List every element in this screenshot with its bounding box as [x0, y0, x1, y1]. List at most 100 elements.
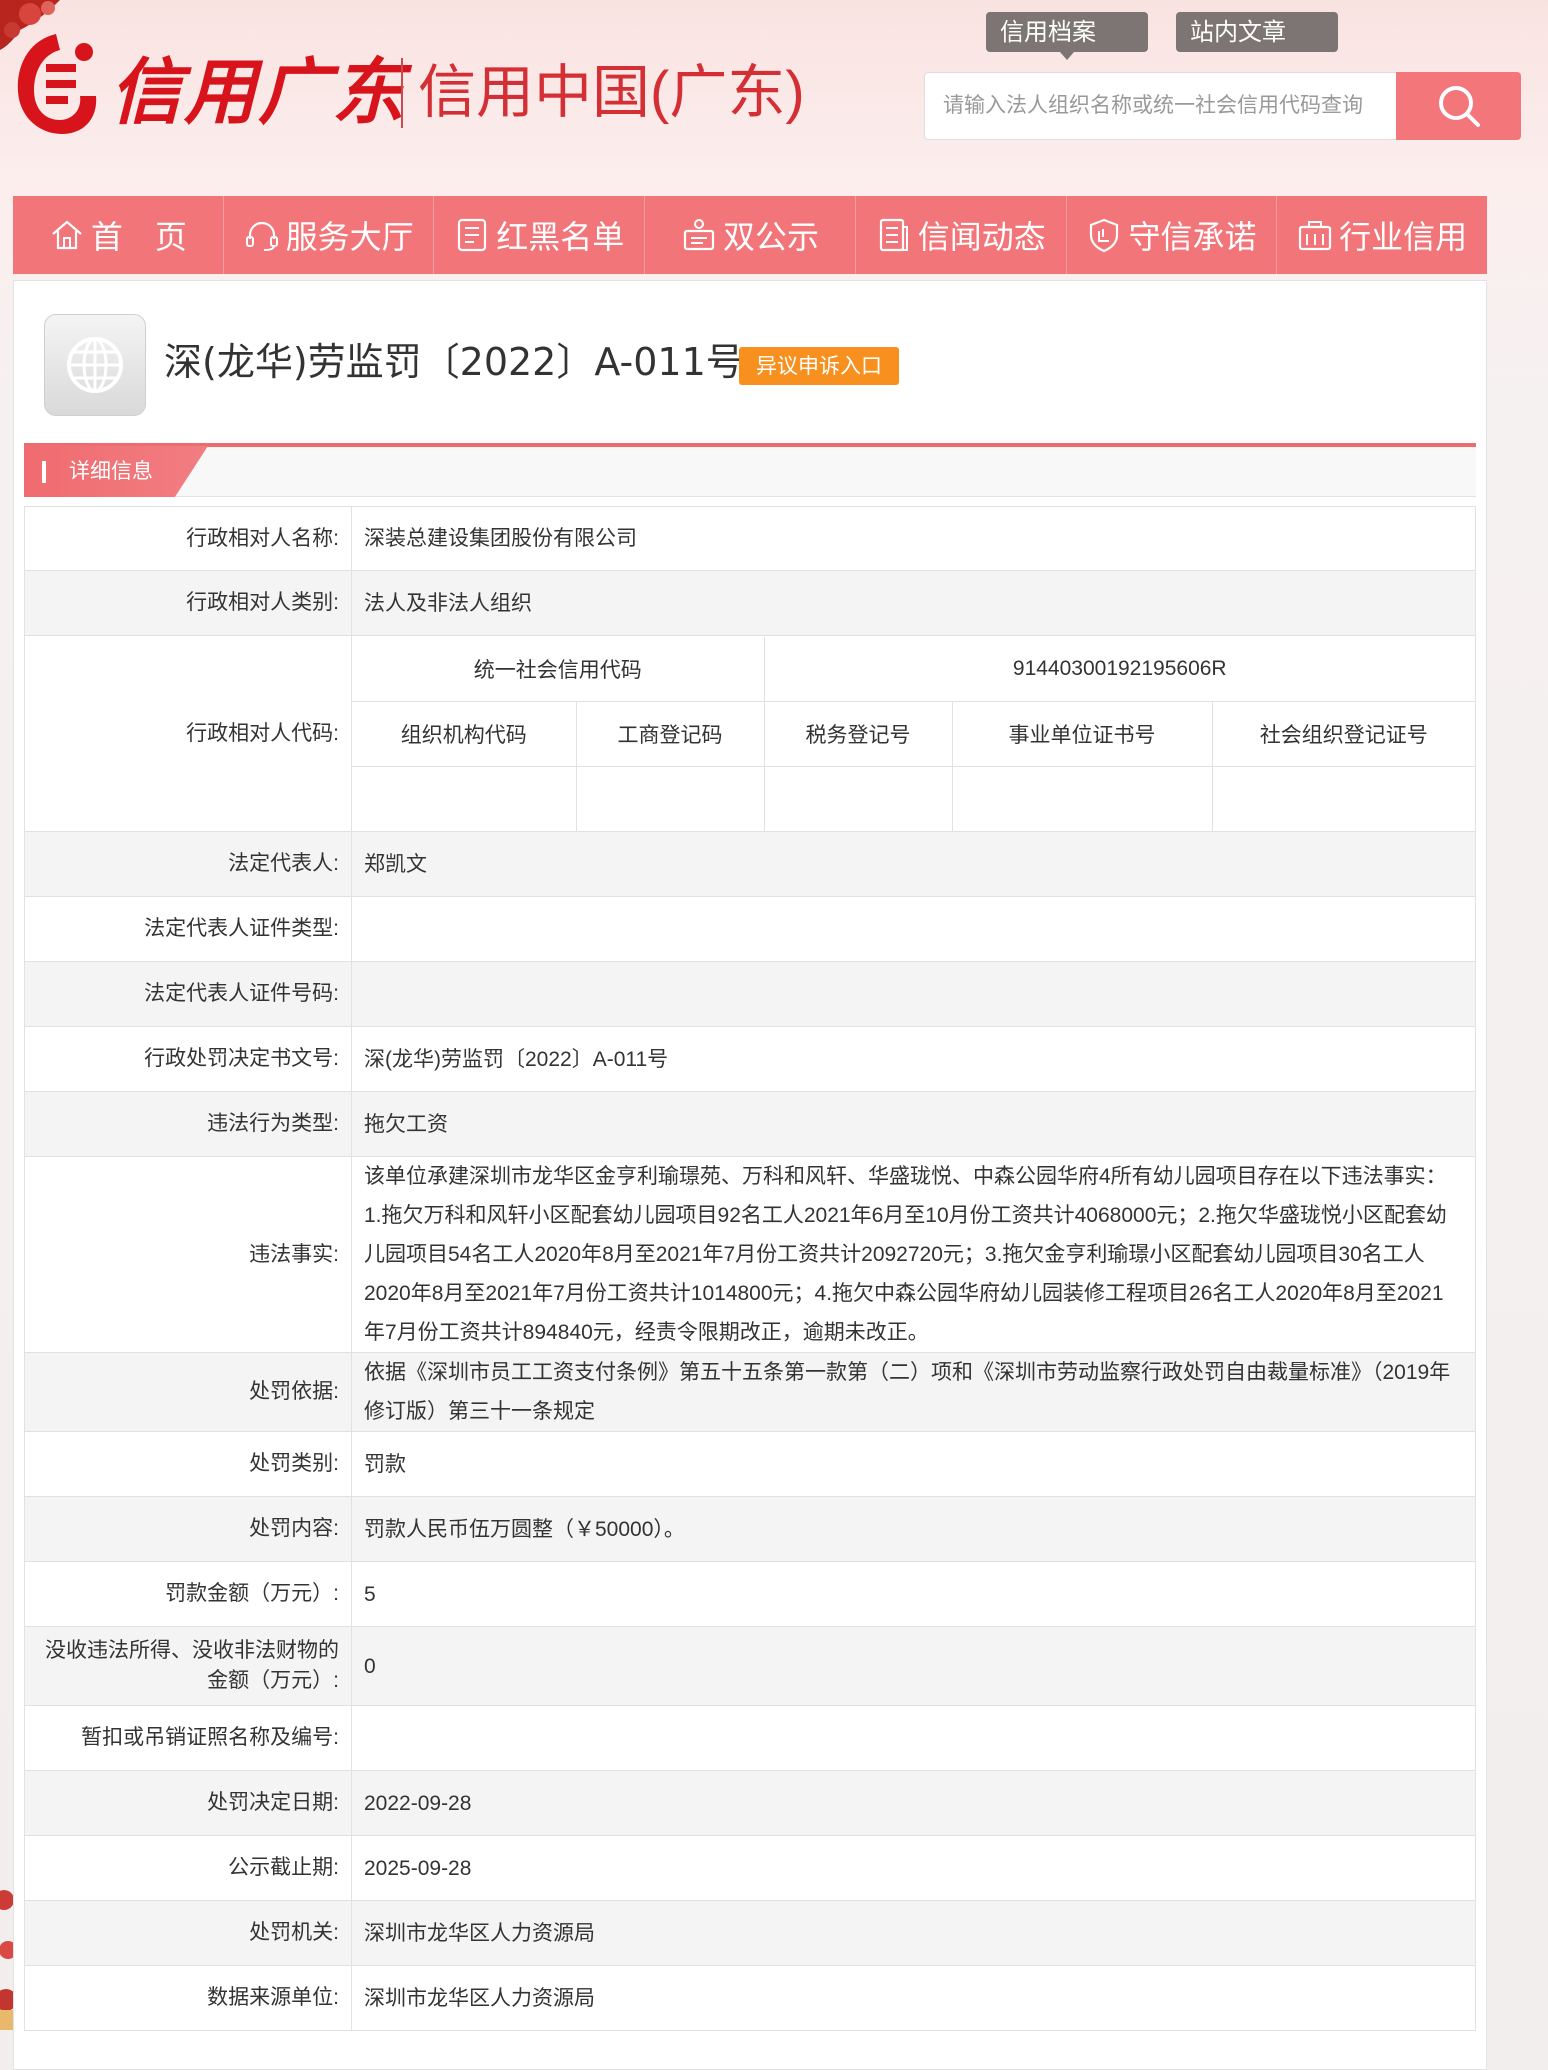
table-row: 罚款金额（万元）: 5 [24, 1561, 1476, 1627]
details-table: 行政相对人名称: 深装总建设集团股份有限公司 行政相对人类别: 法人及非法人组织… [24, 506, 1476, 2031]
tab-credit-archive[interactable]: 信用档案 [986, 12, 1148, 60]
publicity-end-value: 2025-09-28 [351, 1835, 1476, 1901]
legal-rep-id-no-value [351, 961, 1476, 1027]
nav-item-double-publicity[interactable]: 双公示 [645, 196, 856, 274]
party-code-cell: 统一社会信用代码 91440300192195606R 组织机构代码 工商登记码… [351, 635, 1476, 832]
search-input[interactable] [924, 72, 1397, 140]
decision-date-value: 2022-09-28 [351, 1770, 1476, 1836]
data-source-value: 深圳市龙华区人力资源局 [351, 1965, 1476, 2031]
code-value [576, 766, 765, 831]
globe-document-icon [67, 337, 123, 393]
field-label: 违法事实: [24, 1156, 352, 1353]
main-nav: 首 页 服务大厅 红黑名单 双公示 信闻动态 守信承诺 行业信用 [13, 196, 1487, 274]
table-row: 违法行为类型: 拖欠工资 [24, 1091, 1476, 1157]
table-row: 行政相对人类别: 法人及非法人组织 [24, 570, 1476, 636]
field-label: 处罚类别: [24, 1431, 352, 1497]
headset-icon [245, 221, 278, 251]
search-icon [1438, 86, 1480, 127]
field-label: 违法行为类型: [24, 1091, 352, 1157]
field-label: 处罚依据: [24, 1352, 352, 1432]
table-row: 处罚决定日期: 2022-09-28 [24, 1770, 1476, 1836]
decision-no-value: 深(龙华)劳监罚〔2022〕A-011号 [351, 1026, 1476, 1092]
table-row: 法定代表人证件号码: [24, 961, 1476, 1027]
record-type-icon [44, 314, 146, 416]
field-label: 没收违法所得、没收非法财物的金额（万元）: [24, 1626, 352, 1706]
party-name-value: 深装总建设集团股份有限公司 [351, 506, 1476, 571]
confiscation-value: 0 [351, 1626, 1476, 1706]
code-header: 事业单位证书号 [952, 701, 1213, 767]
table-row: 暂扣或吊销证照名称及编号: [24, 1705, 1476, 1771]
field-label: 公示截止期: [24, 1835, 352, 1901]
table-row: 行政相对人名称: 深装总建设集团股份有限公司 [24, 506, 1476, 571]
basis-value: 依据《深圳市员工工资支付条例》第五十五条第一款第（二）项和《深圳市劳动监察行政处… [351, 1352, 1476, 1432]
field-label: 法定代表人证件号码: [24, 961, 352, 1027]
code-header: 社会组织登记证号 [1212, 701, 1475, 767]
field-label: 数据来源单位: [24, 1965, 352, 2031]
nav-item-label: 红黑名单 [496, 218, 625, 256]
record-panel: 深(龙华)劳监罚〔2022〕A-011号 异议申诉入口 详细信息 行政相对人名称… [13, 280, 1487, 2070]
nav-item-industry-credit[interactable]: 行业信用 [1277, 196, 1487, 274]
field-label: 罚款金额（万元）: [24, 1561, 352, 1627]
violation-facts-value: 该单位承建深圳市龙华区金亨利瑜璟苑、万科和风轩、华盛珑悦、中森公园华府4所有幼儿… [351, 1156, 1476, 1353]
section-title: 详细信息 [24, 446, 208, 497]
nav-item-credit-news[interactable]: 信闻动态 [856, 196, 1067, 274]
code-header: 组织机构代码 [352, 701, 577, 767]
license-value [351, 1705, 1476, 1771]
nav-item-label: 双公示 [723, 218, 820, 256]
uscc-label: 统一社会信用代码 [352, 636, 765, 702]
logo-script-text: 信用广东 [110, 49, 407, 134]
field-label: 行政相对人代码: [24, 635, 352, 832]
code-header: 税务登记号 [764, 701, 953, 767]
violation-type-value: 拖欠工资 [351, 1091, 1476, 1157]
nav-item-home[interactable]: 首 页 [13, 196, 224, 274]
nav-item-label: 行业信用 [1339, 218, 1468, 256]
code-value [352, 766, 577, 831]
fine-amount-value: 5 [351, 1561, 1476, 1627]
nav-item-label: 服务大厅 [285, 218, 414, 256]
logo-subtitle: 信用中国(广东) [418, 60, 805, 125]
code-table: 统一社会信用代码 91440300192195606R 组织机构代码 工商登记码… [352, 636, 1475, 831]
logo-divider [401, 58, 403, 128]
penalty-category-value: 罚款 [351, 1431, 1476, 1497]
news-icon [879, 218, 908, 252]
nav-item-label: 信闻动态 [917, 218, 1046, 256]
table-row: 处罚依据: 依据《深圳市员工工资支付条例》第五十五条第一款第（二）项和《深圳市劳… [24, 1352, 1476, 1432]
authority-value: 深圳市龙华区人力资源局 [351, 1900, 1476, 1966]
field-label: 法定代表人证件类型: [24, 896, 352, 962]
code-header: 工商登记码 [576, 701, 765, 767]
shield-icon [1090, 218, 1119, 253]
uscc-value: 91440300192195606R [764, 636, 1475, 702]
table-row: 数据来源单位: 深圳市龙华区人力资源局 [24, 1965, 1476, 2031]
list-icon [458, 218, 487, 252]
table-row: 法定代表人证件类型: [24, 896, 1476, 962]
briefcase-icon [1299, 221, 1332, 251]
field-label: 处罚内容: [24, 1496, 352, 1562]
field-label: 行政处罚决定书文号: [24, 1026, 352, 1092]
field-label: 处罚决定日期: [24, 1770, 352, 1836]
code-value [1212, 766, 1475, 831]
table-row: 没收违法所得、没收非法财物的金额（万元）: 0 [24, 1626, 1476, 1706]
legal-rep-id-type-value [351, 896, 1476, 962]
nav-item-label: 守信承诺 [1128, 218, 1257, 256]
table-row: 处罚内容: 罚款人民币伍万圆整（￥50000）。 [24, 1496, 1476, 1562]
nav-item-credit-promise[interactable]: 守信承诺 [1067, 196, 1278, 274]
logo-emblem-icon [17, 34, 97, 134]
section-header: 详细信息 [24, 443, 1476, 497]
nav-item-service-hall[interactable]: 服务大厅 [224, 196, 435, 274]
field-label: 行政相对人类别: [24, 570, 352, 636]
penalty-content-value: 罚款人民币伍万圆整（￥50000）。 [351, 1496, 1476, 1562]
table-row: 公示截止期: 2025-09-28 [24, 1835, 1476, 1901]
table-row: 违法事实: 该单位承建深圳市龙华区金亨利瑜璟苑、万科和风轩、华盛珑悦、中森公园华… [24, 1156, 1476, 1353]
objection-appeal-button[interactable]: 异议申诉入口 [739, 347, 899, 385]
table-row: 法定代表人: 郑凯文 [24, 831, 1476, 897]
party-type-value: 法人及非法人组织 [351, 570, 1476, 636]
tab-site-articles[interactable]: 站内文章 [1176, 12, 1338, 52]
table-row: 行政相对人代码: 统一社会信用代码 91440300192195606R 组织机… [24, 635, 1476, 832]
field-label: 处罚机关: [24, 1900, 352, 1966]
table-row: 处罚类别: 罚款 [24, 1431, 1476, 1497]
legal-rep-value: 郑凯文 [351, 831, 1476, 897]
code-value [764, 766, 953, 831]
search-button[interactable] [1396, 72, 1521, 140]
nav-item-red-black-list[interactable]: 红黑名单 [434, 196, 646, 274]
field-label: 法定代表人: [24, 831, 352, 897]
